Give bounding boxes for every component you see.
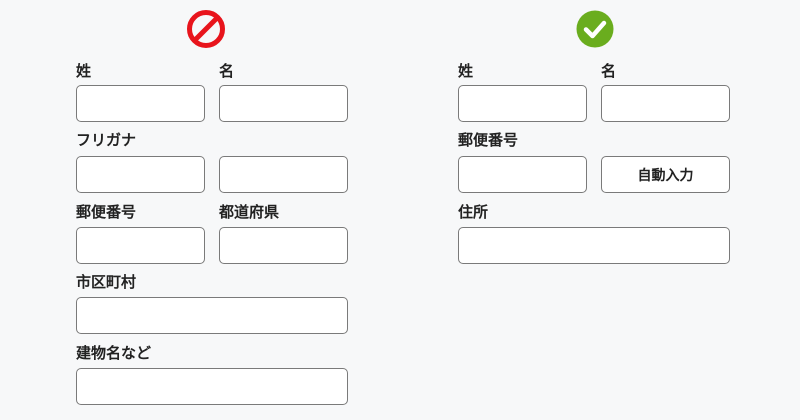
address-input[interactable] (458, 227, 730, 264)
first-name-input[interactable] (601, 85, 730, 122)
first-name-label: 名 (219, 62, 235, 80)
first-name-input[interactable] (219, 85, 348, 122)
prohibited-icon (187, 10, 225, 48)
last-name-label: 姓 (76, 62, 92, 80)
last-name-input[interactable] (76, 85, 205, 122)
address-label: 住所 (458, 203, 489, 221)
first-name-label: 名 (601, 62, 617, 80)
last-name-label: 姓 (458, 62, 474, 80)
postal-code-input[interactable] (76, 227, 205, 264)
autofill-button[interactable]: 自動入力 (601, 156, 730, 193)
postal-code-label: 郵便番号 (76, 203, 137, 221)
city-input[interactable] (76, 297, 348, 334)
postal-code-input[interactable] (458, 156, 587, 193)
checkmark-icon (576, 10, 614, 48)
last-name-input[interactable] (458, 85, 587, 122)
furigana-label: フリガナ (76, 131, 137, 149)
building-input[interactable] (76, 368, 348, 405)
postal-code-label: 郵便番号 (458, 131, 519, 149)
furigana-first-name-input[interactable] (219, 156, 348, 193)
furigana-last-name-input[interactable] (76, 156, 205, 193)
prefecture-label: 都道府県 (219, 203, 280, 221)
building-label: 建物名など (76, 344, 152, 362)
prefecture-input[interactable] (219, 227, 348, 264)
city-label: 市区町村 (76, 273, 137, 291)
